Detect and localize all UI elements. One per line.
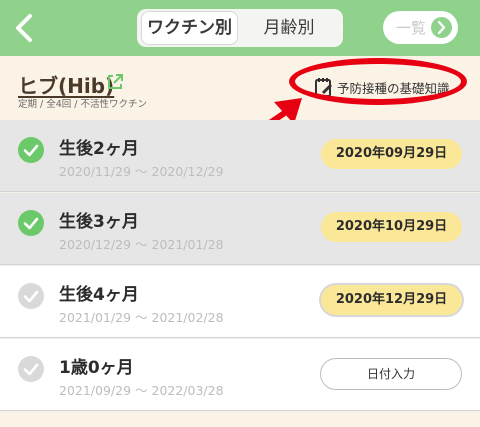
dose-age: 生後3ヶ月 [59, 212, 139, 232]
check-circle-icon [18, 210, 44, 236]
external-link-icon[interactable] [106, 73, 124, 91]
back-button[interactable] [10, 12, 38, 44]
dose-range: 2020/11/29 〜 2020/12/29 [59, 164, 224, 179]
footer-strip [0, 412, 480, 427]
tab-by-vaccine[interactable]: ワクチン別 [142, 12, 237, 44]
vaccine-title-link[interactable]: ヒブ(Hib) [18, 70, 114, 99]
dose-age: 1歳0ヶ月 [59, 358, 134, 378]
dose-age: 生後2ヶ月 [59, 139, 139, 159]
date-input-button[interactable]: 日付入力 [320, 358, 462, 390]
dose-range: 2020/12/29 〜 2021/01/28 [59, 237, 224, 252]
list-button[interactable]: 一覧 [383, 11, 458, 44]
dose-range: 2021/01/29 〜 2021/02/28 [59, 310, 224, 325]
check-circle-icon [18, 356, 44, 382]
basic-knowledge-link[interactable]: 予防接種の基礎知識 [314, 76, 450, 98]
chevron-right-icon [431, 17, 452, 38]
dose-date-button[interactable]: 2020年10月29日 [321, 212, 462, 242]
vaccine-header: ヒブ(Hib) 定期 / 全4回 / 不活性ワクチン 予防接種の基礎知識 [0, 56, 480, 120]
vaccine-subtitle: 定期 / 全4回 / 不活性ワクチン [18, 99, 148, 110]
list-button-label: 一覧 [396, 19, 427, 37]
dose-row[interactable]: 生後3ヶ月 2020/12/29 〜 2021/01/28 2020年10月29… [0, 193, 480, 265]
tab-by-age[interactable]: 月齢別 [240, 12, 338, 44]
view-switcher: ワクチン別 月齢別 [137, 9, 343, 47]
dose-row[interactable]: 1歳0ヶ月 2021/09/29 〜 2022/03/28 日付入力 [0, 339, 480, 411]
memo-icon [315, 78, 333, 97]
check-circle-icon [18, 283, 44, 309]
dose-range: 2021/09/29 〜 2022/03/28 [59, 383, 224, 398]
dose-row[interactable]: 生後4ヶ月 2021/01/29 〜 2021/02/28 2020年12月29… [0, 266, 480, 338]
dose-date-button[interactable]: 2020年12月29日 [321, 285, 462, 315]
check-circle-icon [18, 137, 44, 163]
basic-knowledge-label: 予防接種の基礎知識 [337, 80, 450, 96]
dose-row[interactable]: 生後2ヶ月 2020/11/29 〜 2020/12/29 2020年09月29… [0, 120, 480, 192]
dose-date-button[interactable]: 2020年09月29日 [321, 139, 462, 169]
dose-age: 生後4ヶ月 [59, 285, 139, 305]
top-bar: ワクチン別 月齢別 一覧 [0, 0, 480, 56]
chevron-left-icon [16, 14, 32, 42]
